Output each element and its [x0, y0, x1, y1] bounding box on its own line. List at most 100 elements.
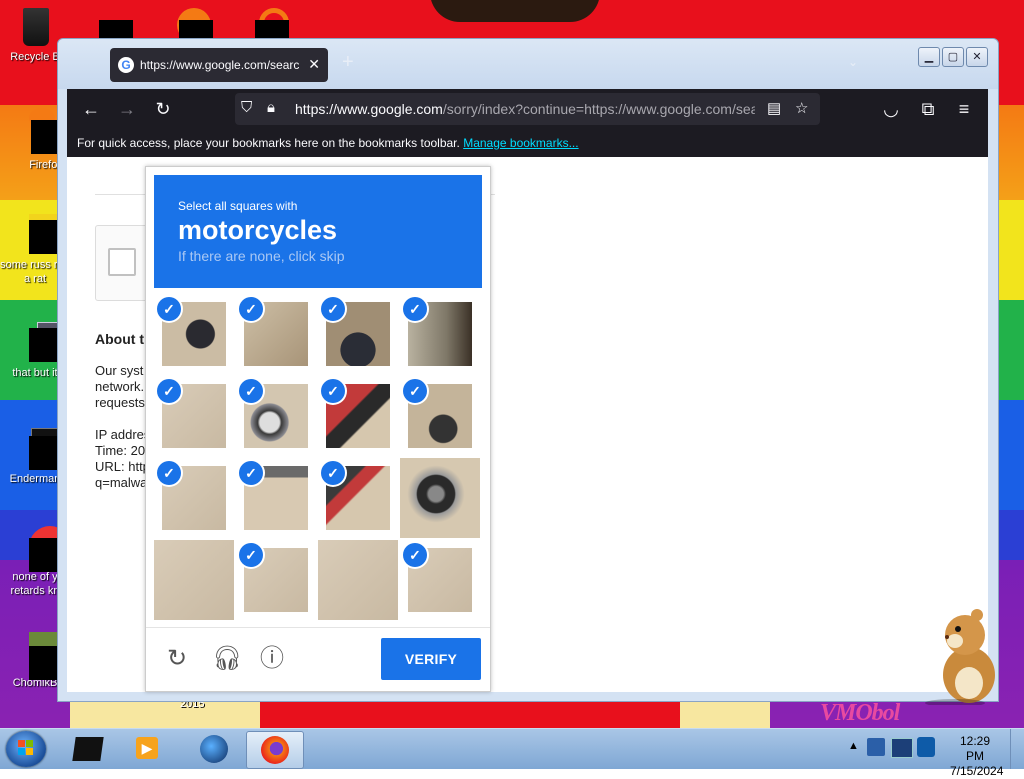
menu-icon[interactable]: ≡	[953, 98, 975, 120]
about-heading: About th	[95, 331, 153, 347]
captcha-tile-3[interactable]: ✓	[318, 294, 398, 374]
captcha-tile-10[interactable]: ✓	[236, 458, 316, 538]
captcha-tile-image	[318, 540, 398, 620]
taskbar-firefox[interactable]	[246, 731, 304, 769]
globe-icon	[200, 735, 228, 763]
show-hidden-icons[interactable]: ▲	[848, 740, 859, 752]
ip-address-line: IP addres	[95, 427, 151, 442]
lock-icon[interactable]: 🔒︎	[267, 99, 275, 116]
time-line: Time: 20	[95, 443, 146, 458]
firefox-icon	[17, 108, 65, 154]
reload-challenge-icon[interactable]: ↻	[164, 646, 190, 672]
selected-check-icon: ✓	[321, 379, 345, 403]
captcha-hint: If there are none, click skip	[178, 248, 345, 264]
hamster-desktop-pet[interactable]	[925, 605, 1005, 707]
url-text[interactable]: https://www.google.com/sorry/index?conti…	[295, 101, 755, 117]
new-tab-icon[interactable]: +	[342, 51, 354, 74]
minimize-button[interactable]: ▁	[918, 47, 940, 67]
page-text-line: Our syst	[95, 363, 144, 378]
taskbar-media-player[interactable]: ▶	[120, 731, 176, 767]
close-window-button[interactable]: ✕	[966, 47, 988, 67]
captcha-tile-12[interactable]	[400, 458, 480, 538]
taskbar-app-3[interactable]	[186, 731, 242, 767]
desktop-icon-label: that but it	[12, 367, 58, 379]
windows-logo-icon	[18, 740, 33, 755]
captcha-header: Select all squares with motorcycles If t…	[154, 175, 482, 288]
desktop-icon-label: Firefox	[29, 159, 63, 171]
captcha-tile-13[interactable]	[154, 540, 234, 620]
selected-check-icon: ✓	[239, 543, 263, 567]
url-line: URL: http	[95, 459, 150, 474]
wallpaper-figure	[430, 0, 600, 22]
captcha-tile-6[interactable]: ✓	[236, 376, 316, 456]
network-icon[interactable]	[891, 738, 913, 758]
verify-button[interactable]: VERIFY	[381, 638, 481, 680]
title-bar: G https://www.google.com/searc ✕ + ⌄ ▁ ▢…	[58, 39, 998, 89]
back-button[interactable]: ←	[80, 98, 102, 120]
selected-check-icon: ✓	[403, 297, 427, 321]
page-text-line: requests	[95, 395, 145, 410]
audio-challenge-icon[interactable]: 🎧︎	[212, 646, 242, 672]
selected-check-icon: ✓	[157, 379, 181, 403]
recaptcha-checkbox[interactable]	[108, 248, 136, 276]
captcha-tile-14[interactable]: ✓	[236, 540, 316, 620]
captcha-tile-9[interactable]: ✓	[154, 458, 234, 538]
captcha-tile-7[interactable]: ✓	[318, 376, 398, 456]
captcha-tile-4[interactable]: ✓	[400, 294, 480, 374]
firefox-icon	[261, 736, 289, 764]
captcha-tile-15[interactable]	[318, 540, 398, 620]
captcha-target: motorcycles	[178, 215, 338, 245]
desktop-icon-label: none of y retards kn	[10, 571, 60, 597]
show-desktop-button[interactable]	[1010, 729, 1024, 769]
close-tab-icon[interactable]: ✕	[308, 56, 320, 73]
selected-check-icon: ✓	[239, 379, 263, 403]
forward-button[interactable]: →	[116, 98, 138, 120]
captcha-tile-1[interactable]: ✓	[154, 294, 234, 374]
pocket-icon[interactable]: ◡	[880, 98, 902, 120]
start-button[interactable]	[6, 731, 46, 767]
extensions-icon[interactable]: ⧉	[917, 98, 939, 120]
hamster-icon	[15, 632, 73, 680]
google-favicon-icon: G	[118, 57, 134, 73]
manage-bookmarks-link[interactable]: Manage bookmarks...	[463, 136, 578, 150]
url-bar[interactable]: ⛉ 🔒︎ https://www.google.com/sorry/index?…	[235, 93, 820, 125]
selected-check-icon: ✓	[239, 461, 263, 485]
captcha-tile-8[interactable]: ✓	[400, 376, 480, 456]
selected-check-icon: ✓	[157, 297, 181, 321]
bookmarks-toolbar: For quick access, place your bookmarks h…	[67, 129, 988, 157]
captcha-tile-image	[400, 458, 480, 538]
tab-google[interactable]: G https://www.google.com/searc ✕	[110, 48, 328, 82]
captcha-challenge: Select all squares with motorcycles If t…	[145, 166, 491, 692]
captcha-tile-16[interactable]: ✓	[400, 540, 480, 620]
bookmarks-hint: For quick access, place your bookmarks h…	[77, 136, 460, 150]
document-icon	[15, 214, 73, 254]
clock-date: 7/15/2024	[950, 764, 1004, 778]
nav-toolbar: ← → ↻ ⛉ 🔒︎ https://www.google.com/sorry/…	[67, 89, 988, 129]
captcha-tile-2[interactable]: ✓	[236, 294, 316, 374]
desktop-icon-label: Enderman	[9, 473, 61, 485]
desktop-icon-label: Recycle B	[10, 51, 60, 63]
tracking-protection-icon[interactable]: ⛉	[241, 99, 252, 116]
media-player-icon: ▶	[136, 737, 158, 759]
app-icon	[15, 526, 71, 572]
tray-app-icon[interactable]	[867, 738, 885, 756]
maximize-button[interactable]: ▢	[942, 47, 964, 67]
captcha-tile-11[interactable]: ✓	[318, 458, 398, 538]
page-text-line: network.	[95, 379, 145, 394]
enderman-icon	[15, 428, 75, 470]
info-icon[interactable]: ⓘ	[259, 646, 285, 672]
captcha-instruction: Select all squares with	[178, 199, 298, 213]
clock[interactable]: 12:29 PM 7/15/2024	[950, 734, 1004, 779]
captcha-tile-5[interactable]: ✓	[154, 376, 234, 456]
list-tabs-icon[interactable]: ⌄	[848, 55, 858, 69]
clock-time: 12:29 PM	[959, 734, 991, 763]
window-icon	[15, 322, 75, 362]
bookmark-star-icon[interactable]: ☆	[795, 99, 808, 117]
tray-app-icon-2[interactable]	[917, 737, 935, 757]
selected-check-icon: ✓	[403, 379, 427, 403]
recycle-bin-icon	[15, 6, 55, 46]
reader-view-icon[interactable]: ▤	[767, 99, 781, 117]
reload-button[interactable]: ↻	[152, 98, 174, 120]
selected-check-icon: ✓	[321, 297, 345, 321]
taskbar-app-1[interactable]	[62, 731, 118, 767]
